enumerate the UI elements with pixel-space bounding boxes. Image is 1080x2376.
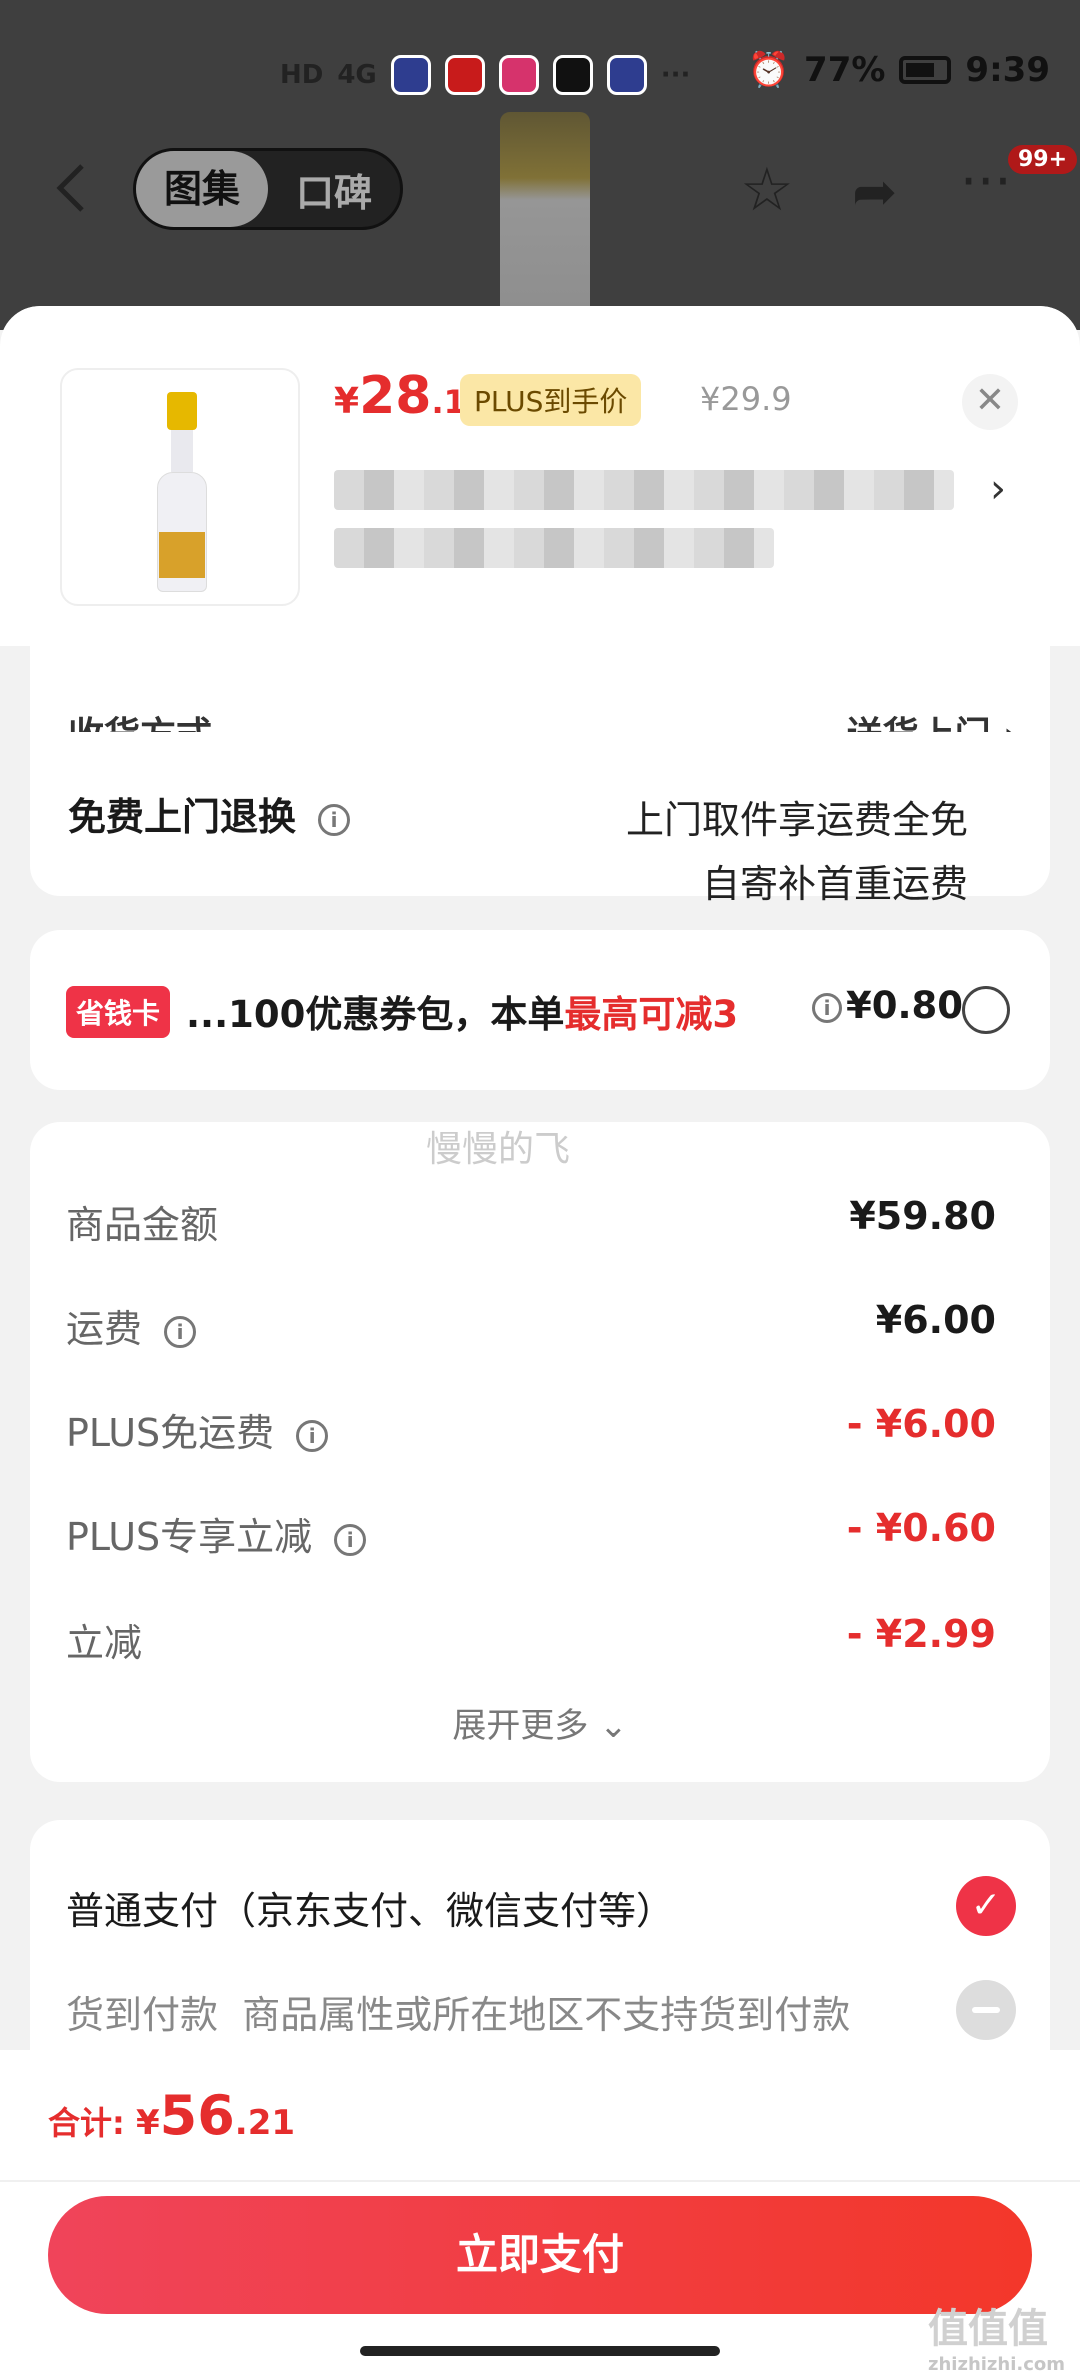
more-notifications-icon: ···: [660, 60, 691, 90]
alarm-icon: ⏰: [747, 50, 791, 90]
share-icon[interactable]: ➦: [852, 160, 897, 223]
clock: 9:39: [965, 50, 1050, 90]
status-bar: HD 4G ··· ⏰ 77% 9:39: [0, 0, 1080, 150]
notification-badge: 99+: [1008, 145, 1078, 174]
free-return-value: 上门取件享运费全免 自寄补首重运费: [625, 798, 968, 906]
fee-breakdown-card: 慢慢的飞 商品金额 ¥59.80 运费 i ¥6.00 PLUS免运费 i - ¥6…: [30, 1122, 1050, 1782]
delivery-method-row[interactable]: 收货方式 送货上门 ›: [68, 706, 1018, 756]
plus-price-tag: PLUS到手价: [460, 374, 642, 426]
status-left: HD 4G ···: [280, 55, 690, 95]
fee-row: 立减 - ¥2.99: [66, 1612, 996, 1665]
fee-row: 商品金额 ¥59.80: [66, 1194, 996, 1247]
free-return-label: 免费上门退换 i: [68, 786, 351, 841]
info-icon[interactable]: i: [296, 1419, 329, 1452]
home-indicator[interactable]: [360, 2346, 720, 2356]
app-notification-icon: [606, 55, 647, 95]
savings-card-tag: 省钱卡: [66, 986, 171, 1038]
divider: [0, 2180, 1080, 2182]
checkmark-icon[interactable]: ✓: [956, 1876, 1016, 1936]
product-summary: ¥28.1 PLUS到手价 ¥29.9 ✕ ›: [0, 306, 1080, 646]
fee-row: PLUS专享立减 i - ¥0.60: [66, 1506, 996, 1559]
checkout-sheet: ¥28.1 PLUS到手价 ¥29.9 ✕ › 收货方式 送货上门 › 免费上门…: [0, 306, 1080, 2376]
order-total: 合计: ¥56.21: [48, 2084, 296, 2147]
close-button[interactable]: ✕: [962, 374, 1018, 430]
tab-gallery[interactable]: 图集: [136, 151, 268, 227]
info-icon[interactable]: i: [334, 1523, 367, 1556]
gallery-review-tabs: 图集 口碑: [133, 148, 403, 230]
payment-option-cod: 货到付款 商品属性或所在地区不支持货到付款: [66, 1980, 1016, 2048]
delivery-method-label: 收货方式: [68, 715, 213, 756]
product-thumbnail[interactable]: [60, 368, 300, 606]
info-icon[interactable]: i: [812, 992, 842, 1023]
background-page: HD 4G ··· ⏰ 77% 9:39 图集 口碑 ☆ ➦ ··· 99+: [0, 0, 1080, 332]
tiktok-icon: [552, 55, 593, 95]
fee-row: PLUS免运费 i - ¥6.00: [66, 1402, 996, 1455]
delivery-method-value: 送货上门 ›: [846, 715, 1018, 756]
signal-label: 4G: [337, 60, 377, 90]
pay-now-button[interactable]: 立即支付: [48, 2196, 1032, 2314]
more-menu-icon[interactable]: ···: [960, 150, 1012, 213]
watermark-text: 慢慢的飞: [426, 1129, 571, 1170]
liquor-bottle-image: [157, 392, 207, 592]
payment-option-normal[interactable]: 普通支付（京东支付、微信支付等） ✓: [66, 1876, 1016, 1944]
info-icon[interactable]: i: [318, 803, 351, 836]
fee-row: 运费 i ¥6.00: [66, 1298, 996, 1351]
promo-price: i ¥0.80: [812, 984, 963, 1027]
app-notification-icon: [444, 55, 485, 95]
favorite-star-icon[interactable]: ☆: [740, 155, 794, 225]
back-arrow-icon[interactable]: [52, 160, 92, 216]
app-notification-icon: [390, 55, 431, 95]
product-title-blurred: [334, 470, 974, 590]
status-right: ⏰ 77% 9:39: [748, 50, 1050, 90]
app-notification-icon: [498, 55, 539, 95]
network-label: HD: [280, 60, 324, 90]
battery-percent: 77%: [804, 50, 886, 90]
plus-price: ¥28.1: [334, 366, 466, 426]
expand-more-button[interactable]: 展开更多 ⌄: [30, 1698, 1050, 1747]
checkout-footer: 合计: ¥56.21 立即支付: [0, 2050, 1080, 2376]
chevron-right-icon[interactable]: ›: [990, 466, 1006, 512]
disabled-icon: [956, 1980, 1016, 2040]
tab-reviews[interactable]: 口碑: [268, 162, 400, 217]
battery-icon: [899, 56, 952, 84]
promo-text: ...100优惠券包，本单最高可减3: [186, 993, 739, 1036]
original-price: ¥29.9: [700, 380, 792, 418]
promo-radio[interactable]: [962, 986, 1010, 1034]
site-watermark: 值值值 zhizhizhi.com: [928, 2306, 1066, 2375]
info-icon[interactable]: i: [164, 1315, 197, 1348]
savings-card-promo[interactable]: 省钱卡 ...100优惠券包，本单最高可减3 i ¥0.80: [30, 930, 1050, 1090]
